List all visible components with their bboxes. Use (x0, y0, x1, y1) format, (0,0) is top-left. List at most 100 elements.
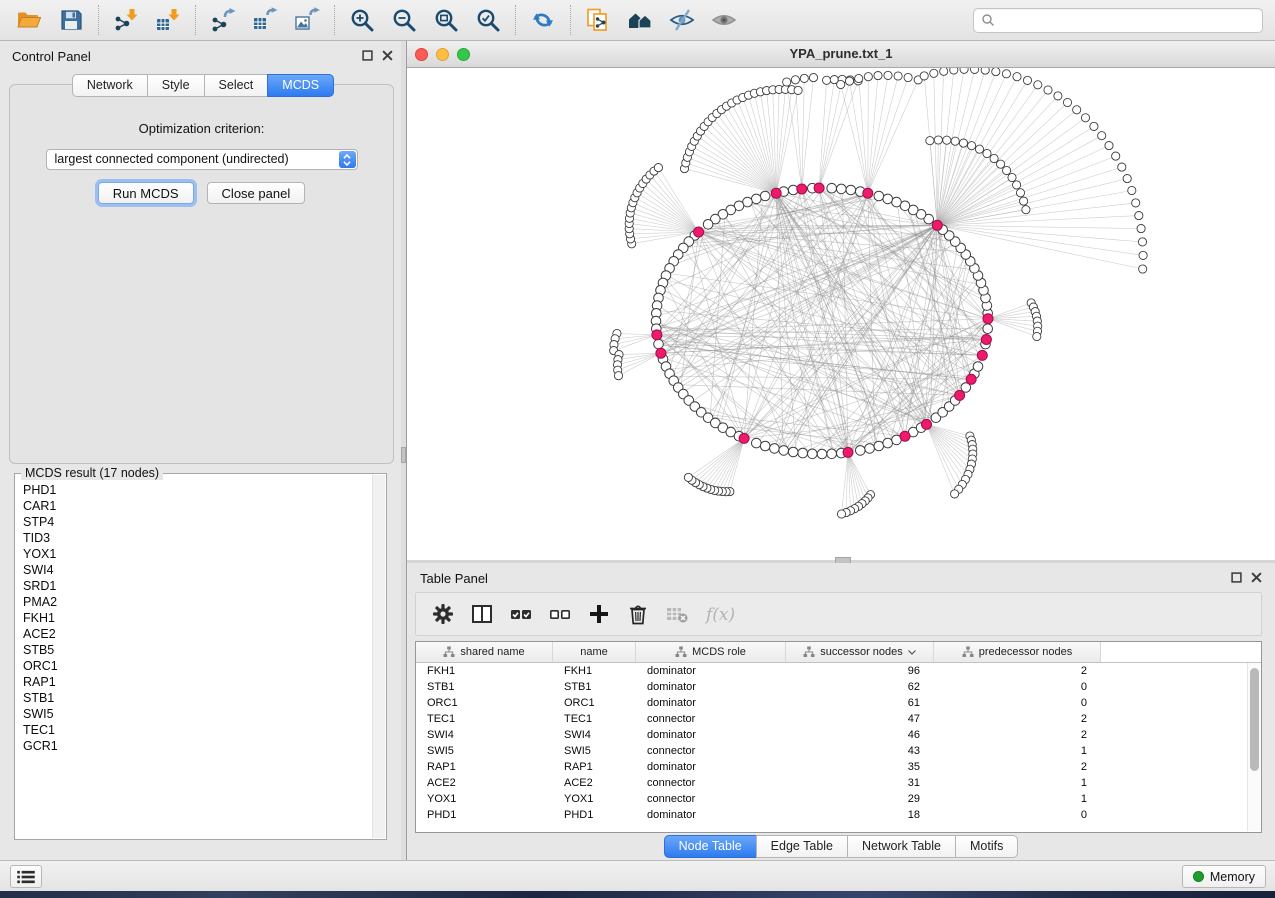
graph-node[interactable] (934, 136, 942, 144)
graph-node[interactable] (1132, 199, 1140, 207)
column-header-successor-nodes[interactable]: successor nodes (786, 642, 934, 662)
graph-node[interactable] (894, 72, 902, 80)
network-canvas[interactable] (407, 68, 1275, 560)
mcds-result-item[interactable]: ORC1 (23, 658, 372, 674)
table-scrollbar[interactable] (1247, 663, 1261, 831)
graph-hub-node[interactable] (983, 314, 993, 324)
graph-node[interactable] (1105, 142, 1113, 150)
graph-node[interactable] (943, 136, 951, 144)
close-panel-icon[interactable] (382, 50, 393, 61)
search-input[interactable] (999, 10, 1262, 31)
graph-node[interactable] (800, 74, 808, 82)
tab-edge-table[interactable]: Edge Table (756, 835, 848, 858)
export-network-button[interactable] (209, 6, 237, 34)
tab-select[interactable]: Select (204, 74, 269, 97)
graph-node[interactable] (1098, 132, 1106, 140)
delete-row-button[interactable] (626, 602, 650, 626)
graph-node[interactable] (1013, 73, 1021, 81)
graph-node[interactable] (1054, 92, 1062, 100)
tab-style[interactable]: Style (147, 74, 205, 97)
graph-node[interactable] (973, 362, 983, 372)
table-row[interactable]: SWI4SWI4dominator462 (416, 727, 1261, 743)
zoom-fit-button[interactable] (432, 6, 460, 34)
graph-hub-node[interactable] (797, 184, 807, 194)
graph-node[interactable] (827, 449, 837, 459)
select-all-checks-button[interactable] (509, 602, 533, 626)
mcds-result-item[interactable]: STB5 (23, 642, 372, 658)
graph-node[interactable] (884, 71, 892, 79)
graph-node[interactable] (1002, 70, 1010, 78)
graph-node[interactable] (904, 73, 912, 81)
graph-hub-node[interactable] (739, 433, 749, 443)
graph-node[interactable] (1016, 189, 1024, 197)
scrollbar-thumb[interactable] (1250, 668, 1259, 771)
graph-node[interactable] (845, 77, 853, 85)
mcds-list-scrollbar[interactable] (372, 475, 385, 838)
task-history-button[interactable] (10, 865, 42, 888)
mcds-result-item[interactable]: TID3 (23, 530, 372, 546)
graph-node[interactable] (1139, 265, 1147, 273)
table-row[interactable]: TEC1TEC1connector472 (416, 711, 1261, 727)
export-table-button[interactable] (251, 6, 279, 34)
graph-node[interactable] (883, 438, 893, 448)
column-header-MCDS-role[interactable]: MCDS role (636, 642, 786, 662)
float-panel-icon[interactable] (1231, 572, 1242, 583)
graph-node[interactable] (1081, 114, 1089, 122)
graph-node[interactable] (1063, 98, 1071, 106)
graph-node[interactable] (654, 339, 664, 349)
graph-node[interactable] (760, 191, 770, 201)
graph-hub-node[interactable] (932, 220, 942, 230)
close-panel-icon[interactable] (1251, 572, 1262, 583)
network-window-titlebar[interactable]: YPA_prune.txt_1 (407, 41, 1275, 68)
tab-node-table[interactable]: Node Table (664, 835, 757, 858)
graph-node[interactable] (654, 164, 662, 172)
graph-node[interactable] (684, 473, 692, 481)
graph-hub-node[interactable] (922, 419, 932, 429)
graph-node[interactable] (846, 185, 856, 195)
graph-node[interactable] (808, 449, 818, 459)
tab-motifs[interactable]: Motifs (955, 835, 1018, 858)
graph-hub-node[interactable] (955, 390, 965, 400)
graph-node[interactable] (992, 68, 1000, 76)
add-row-button[interactable] (587, 602, 611, 626)
hide-eye-button[interactable] (668, 6, 696, 34)
graph-node[interactable] (892, 197, 902, 207)
graph-node[interactable] (703, 220, 713, 230)
graph-node[interactable] (874, 191, 884, 201)
close-panel-button[interactable]: Close panel (207, 182, 306, 204)
column-header-name[interactable]: name (553, 642, 636, 662)
graph-node[interactable] (1135, 212, 1143, 220)
graph-node[interactable] (1013, 181, 1021, 189)
graph-node[interactable] (981, 68, 989, 74)
graph-node[interactable] (960, 68, 968, 73)
graph-node[interactable] (1128, 186, 1136, 194)
graph-node[interactable] (968, 142, 976, 150)
graph-hub-node[interactable] (977, 350, 987, 360)
mcds-result-item[interactable]: FKH1 (23, 610, 372, 626)
graph-node[interactable] (798, 448, 808, 458)
mcds-result-item[interactable]: GCR1 (23, 738, 372, 754)
table-row[interactable]: SWI5SWI5connector431 (416, 743, 1261, 759)
graph-node[interactable] (783, 78, 791, 86)
graph-hub-node[interactable] (771, 188, 781, 198)
zoom-out-button[interactable] (390, 6, 418, 34)
graph-node[interactable] (1090, 122, 1098, 130)
tab-network[interactable]: Network (72, 74, 148, 97)
optimization-criterion-select[interactable]: largest connected component (undirected) (46, 149, 358, 170)
tab-network-table[interactable]: Network Table (847, 835, 956, 858)
table-row[interactable]: ACE2ACE2connector311 (416, 775, 1261, 791)
split-columns-button[interactable] (470, 602, 494, 626)
houses-button[interactable] (626, 6, 654, 34)
graph-hub-node[interactable] (694, 227, 704, 237)
graph-node[interactable] (791, 76, 799, 84)
mcds-result-item[interactable]: YOX1 (23, 546, 372, 562)
table-row[interactable]: YOX1YOX1connector291 (416, 791, 1261, 807)
graph-node[interactable] (920, 72, 928, 80)
graph-node[interactable] (823, 76, 831, 84)
graph-node[interactable] (930, 69, 938, 77)
run-mcds-button[interactable]: Run MCDS (98, 182, 194, 204)
graph-node[interactable] (817, 449, 827, 459)
graph-node[interactable] (983, 324, 993, 334)
mcds-result-item[interactable]: PHD1 (23, 482, 372, 498)
graph-node[interactable] (1138, 238, 1146, 246)
